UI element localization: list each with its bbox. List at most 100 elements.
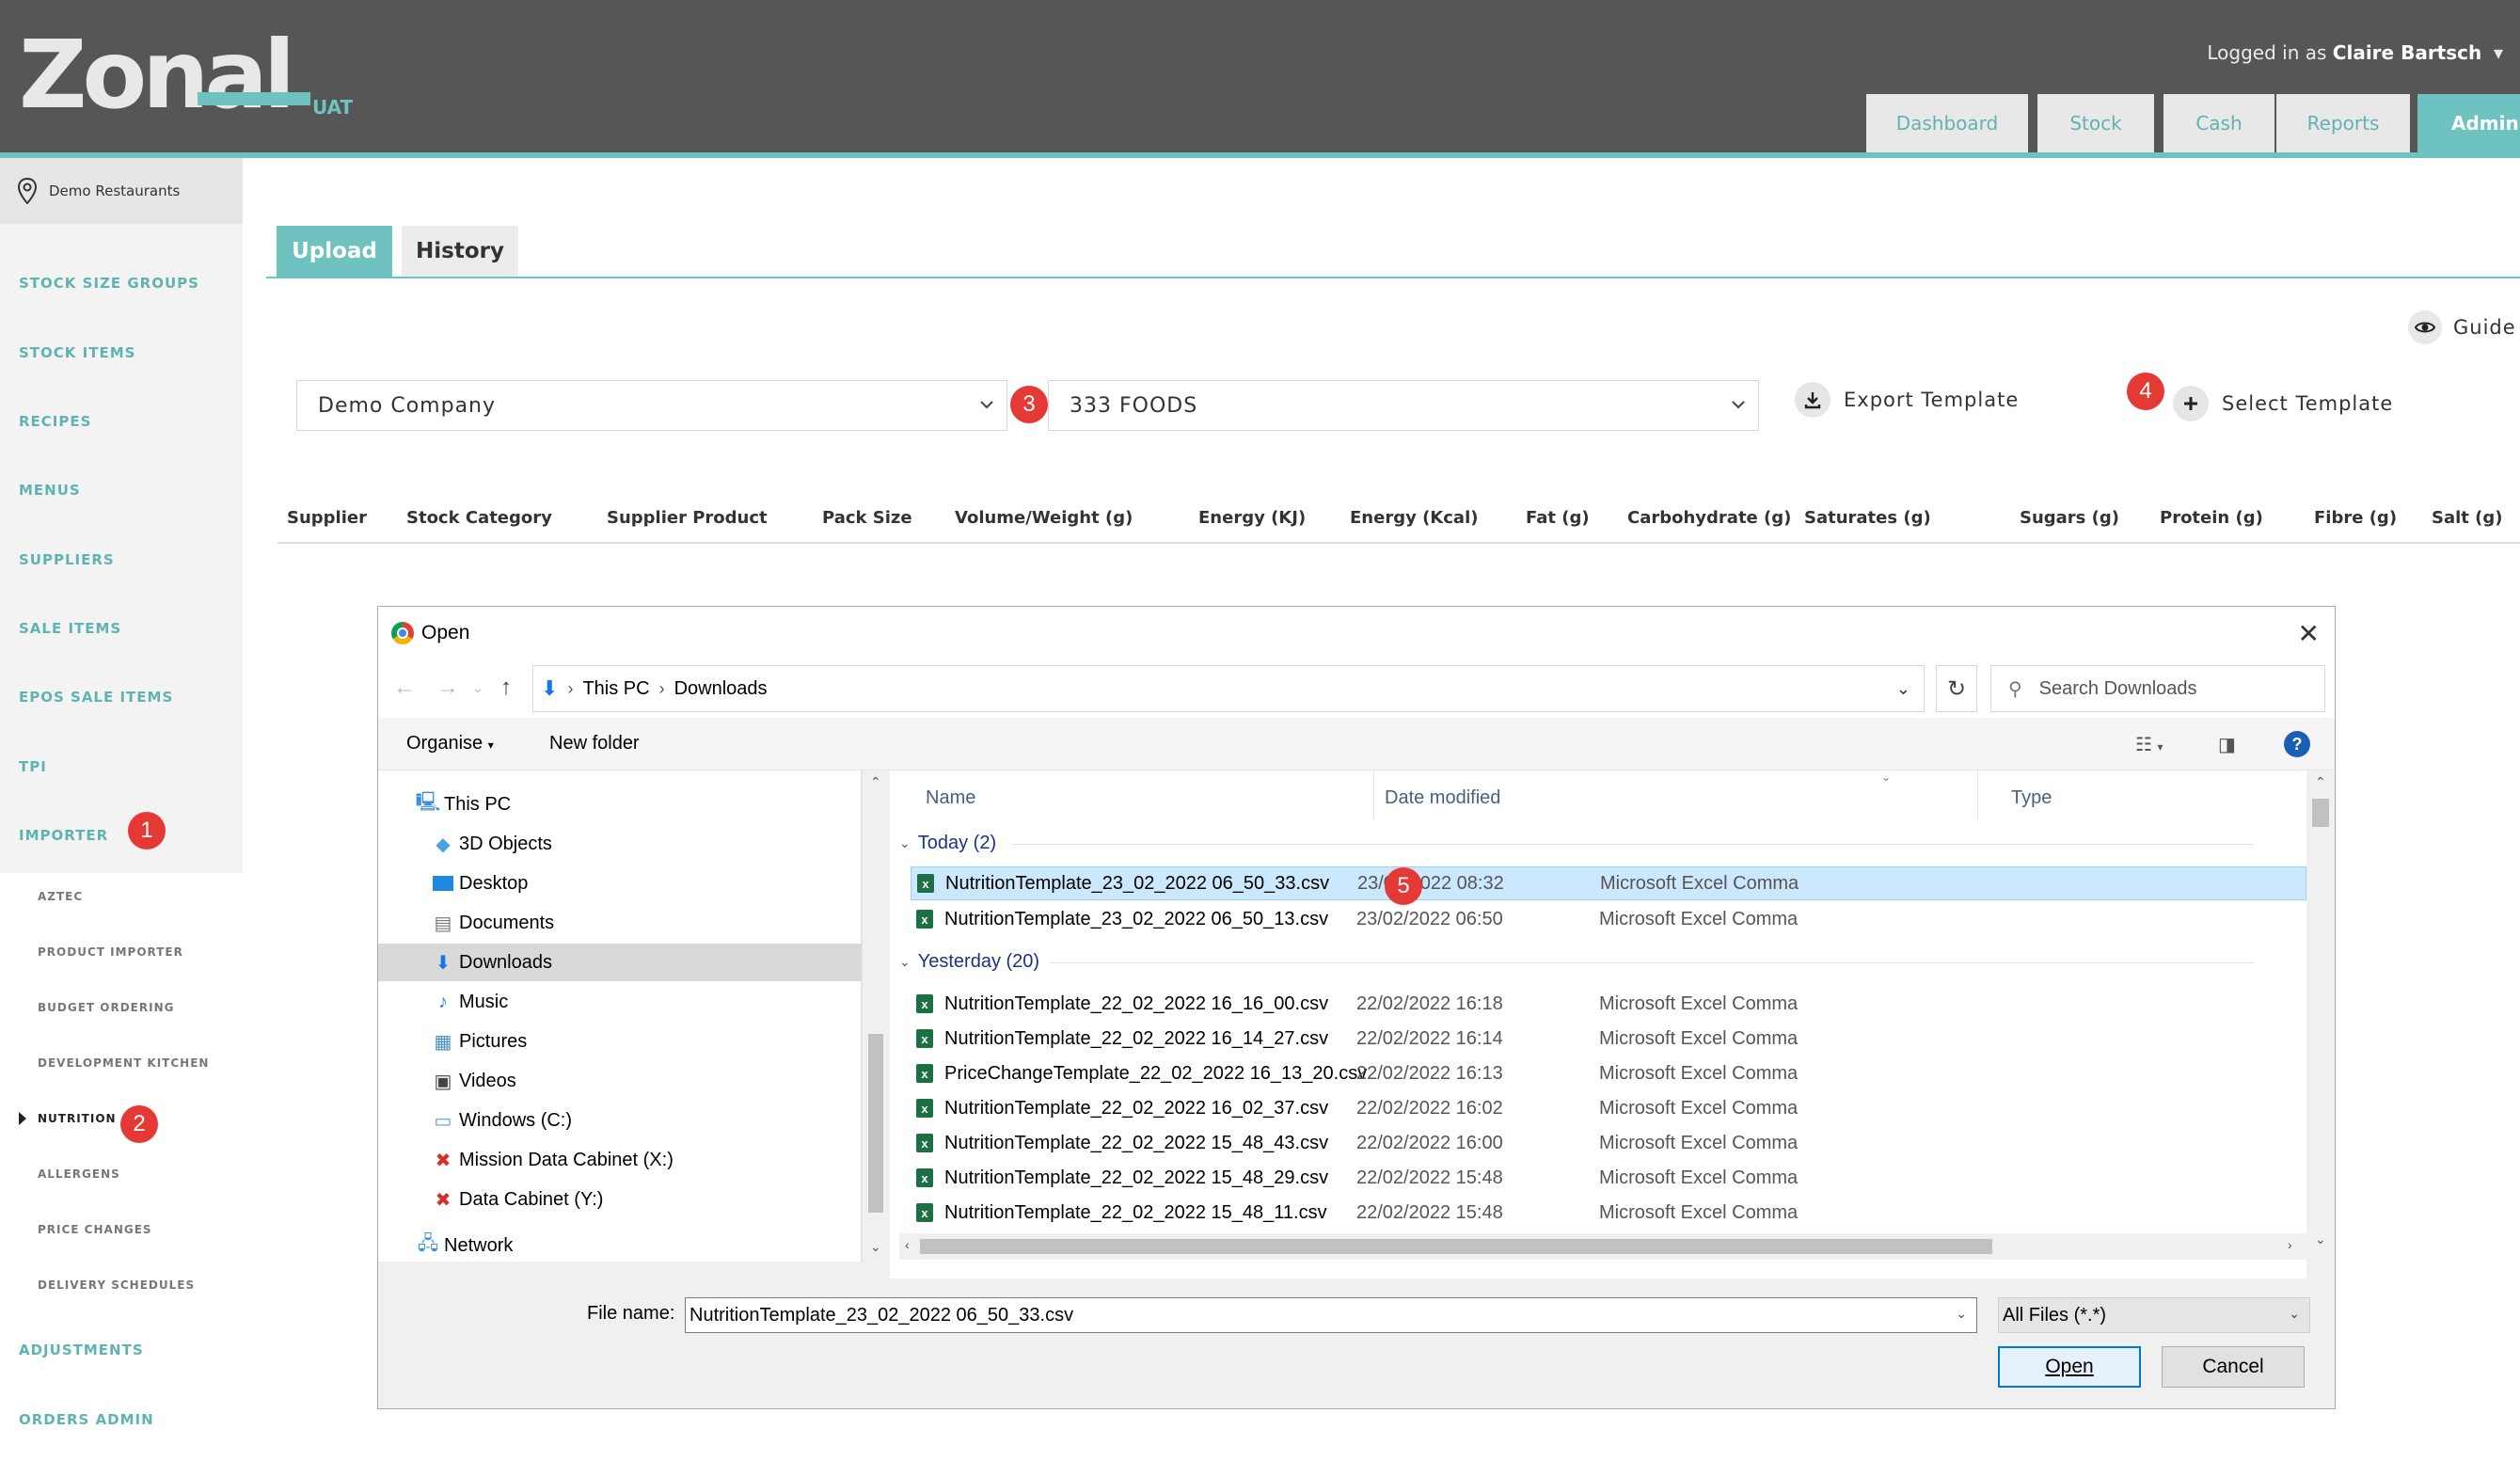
- cube-icon: ◆: [436, 834, 451, 855]
- navigation-pane: 🖳 This PC ◆ 3D Objects Desktop ▤ Documents …: [378, 770, 862, 1262]
- sidebar-item-menus[interactable]: MENUS: [19, 482, 81, 499]
- scrollbar-thumb[interactable]: [920, 1239, 1992, 1254]
- nav-tab-admin[interactable]: Admin ▾: [2417, 94, 2520, 152]
- sidebar-item-adjustments[interactable]: ADJUSTMENTS: [19, 1342, 144, 1358]
- scrollbar-thumb[interactable]: [2312, 799, 2329, 827]
- excel-file-icon: x: [916, 1134, 933, 1152]
- nav-tab-cash[interactable]: Cash: [2163, 94, 2274, 152]
- address-bar[interactable]: ⬇ › This PC › Downloads ⌄: [532, 665, 1925, 712]
- view-options-icon[interactable]: ☷ ▾: [2135, 733, 2163, 756]
- sidebar-item-stock-size-groups[interactable]: STOCK SIZE GROUPS: [19, 275, 199, 292]
- breadcrumb-this-pc[interactable]: This PC: [582, 678, 649, 700]
- nav-item-label: 3D Objects: [459, 833, 552, 854]
- select-template-button[interactable]: Select Template: [2173, 386, 2393, 421]
- nav-item-documents[interactable]: ▤ Documents: [431, 904, 555, 942]
- nav-tab-reports[interactable]: Reports: [2276, 94, 2410, 152]
- sidebar-item-tpi[interactable]: TPI: [19, 758, 47, 775]
- nav-tab-stock[interactable]: Stock: [2037, 94, 2154, 152]
- submenu-item-delivery-schedules[interactable]: DELIVERY SCHEDULES: [38, 1278, 195, 1292]
- submenu-item-nutrition[interactable]: NUTRITION: [38, 1112, 117, 1125]
- search-input[interactable]: ⚲ Search Downloads: [1990, 665, 2325, 712]
- cancel-button[interactable]: Cancel: [2162, 1346, 2305, 1388]
- organise-menu[interactable]: Organise ▾: [406, 733, 494, 754]
- scrollbar-thumb[interactable]: [868, 1034, 883, 1213]
- navigation-scrollbar[interactable]: ⌃ ⌄: [862, 770, 888, 1262]
- nav-item-music[interactable]: ♪ Music: [431, 983, 508, 1021]
- nav-item-videos[interactable]: ▣ Videos: [431, 1062, 516, 1100]
- column-header-date-modified[interactable]: Date modified: [1385, 787, 1500, 809]
- file-row[interactable]: x NutritionTemplate_22_02_2022 16_14_27.…: [911, 1022, 2306, 1056]
- sidebar-item-suppliers[interactable]: SUPPLIERS: [19, 551, 115, 568]
- file-type-filter[interactable]: All Files (*.*) ⌄: [1998, 1297, 2310, 1333]
- sidebar-item-importer[interactable]: IMPORTER: [19, 827, 108, 844]
- recent-dropdown-icon[interactable]: ⌄: [472, 680, 483, 696]
- file-row[interactable]: x NutritionTemplate_22_02_2022 15_48_29.…: [911, 1161, 2306, 1195]
- submenu-item-product-importer[interactable]: PRODUCT IMPORTER: [38, 945, 183, 959]
- chevron-down-icon[interactable]: ⌄: [1896, 679, 1910, 699]
- group-header-today[interactable]: ⌄ Today (2): [899, 833, 2254, 854]
- export-template-button[interactable]: Export Template: [1795, 382, 2019, 418]
- column-header-name[interactable]: Name: [926, 787, 975, 809]
- nav-item-desktop[interactable]: Desktop: [431, 865, 528, 902]
- refresh-icon[interactable]: ↻: [1936, 665, 1977, 712]
- scroll-right-icon[interactable]: ›: [2288, 1237, 2292, 1252]
- nav-item-this-pc[interactable]: 🖳 This PC: [416, 786, 511, 823]
- scroll-down-icon[interactable]: ⌄: [2315, 1231, 2326, 1247]
- file-row[interactable]: x PriceChangeTemplate_22_02_2022 16_13_2…: [911, 1056, 2306, 1090]
- dialog-titlebar[interactable]: Open ✕: [378, 607, 2335, 659]
- close-icon[interactable]: ✕: [2298, 618, 2320, 649]
- file-row[interactable]: x NutritionTemplate_22_02_2022 16_02_37.…: [911, 1091, 2306, 1125]
- nav-item-network[interactable]: 🖧 Network: [416, 1231, 514, 1260]
- supplier-select[interactable]: 333 FOODS: [1048, 380, 1759, 431]
- file-name-input[interactable]: NutritionTemplate_23_02_2022 06_50_33.cs…: [685, 1297, 1977, 1333]
- up-arrow-icon[interactable]: ↑: [500, 675, 512, 701]
- scroll-left-icon[interactable]: ‹: [905, 1237, 910, 1252]
- scroll-up-icon[interactable]: ⌃: [870, 774, 881, 790]
- file-row[interactable]: x NutritionTemplate_22_02_2022 15_48_43.…: [911, 1126, 2306, 1160]
- nav-item-3d-objects[interactable]: ◆ 3D Objects: [431, 825, 552, 863]
- nav-item-data-cabinet[interactable]: ✖ Data Cabinet (Y:): [431, 1181, 604, 1218]
- tab-history[interactable]: History: [402, 226, 518, 277]
- submenu-item-aztec[interactable]: AZTEC: [38, 890, 83, 903]
- file-list-horizontal-scrollbar[interactable]: ‹ ›: [899, 1233, 2306, 1260]
- submenu-item-price-changes[interactable]: PRICE CHANGES: [38, 1223, 152, 1236]
- sidebar-item-recipes[interactable]: RECIPES: [19, 413, 91, 430]
- file-row[interactable]: x NutritionTemplate_23_02_2022 06_50_33.…: [911, 866, 2306, 900]
- company-select[interactable]: Demo Company: [296, 380, 1007, 431]
- nav-tab-dashboard[interactable]: Dashboard: [1866, 94, 2028, 152]
- nav-item-windows-c[interactable]: ▭ Windows (C:): [431, 1102, 572, 1139]
- chevron-down-icon[interactable]: ⌄: [1956, 1306, 1967, 1322]
- breadcrumb-downloads[interactable]: Downloads: [674, 678, 768, 700]
- forward-arrow-icon[interactable]: →: [436, 675, 459, 701]
- sidebar-item-sale-items[interactable]: SALE ITEMS: [19, 620, 121, 637]
- new-folder-button[interactable]: New folder: [549, 733, 640, 754]
- org-selector[interactable]: Demo Restaurants: [0, 158, 243, 224]
- column-header-type[interactable]: Type: [2011, 787, 2052, 809]
- nav-item-label: Mission Data Cabinet (X:): [459, 1149, 674, 1170]
- sidebar-item-orders-admin[interactable]: ORDERS ADMIN: [19, 1411, 154, 1428]
- help-icon[interactable]: ?: [2284, 731, 2310, 757]
- scroll-up-icon[interactable]: ⌃: [2315, 774, 2326, 790]
- nav-item-pictures[interactable]: ▦ Pictures: [431, 1023, 528, 1060]
- open-button[interactable]: Open: [1998, 1346, 2141, 1388]
- scroll-down-icon[interactable]: ⌄: [870, 1239, 881, 1255]
- submenu-item-allergens[interactable]: ALLERGENS: [38, 1167, 120, 1181]
- preview-pane-icon[interactable]: ◨: [2218, 733, 2236, 756]
- nav-item-mission-data-cabinet[interactable]: ✖ Mission Data Cabinet (X:): [431, 1141, 674, 1179]
- file-row[interactable]: x NutritionTemplate_22_02_2022 16_16_00.…: [911, 987, 2306, 1021]
- file-list-vertical-scrollbar[interactable]: ⌃ ⌄: [2306, 770, 2335, 1254]
- submenu-item-budget-ordering[interactable]: BUDGET ORDERING: [38, 1001, 174, 1014]
- nav-item-downloads[interactable]: ⬇ Downloads: [378, 944, 862, 981]
- tab-upload[interactable]: Upload: [277, 226, 392, 277]
- login-status[interactable]: Logged in as Claire Bartsch ▾: [2207, 41, 2503, 64]
- chevron-down-icon: [1732, 401, 1745, 409]
- file-row[interactable]: x NutritionTemplate_22_02_2022 15_48_11.…: [911, 1196, 2306, 1230]
- user-dropdown-icon[interactable]: ▾: [2488, 41, 2503, 64]
- submenu-item-development-kitchen[interactable]: DEVELOPMENT KITCHEN: [38, 1056, 209, 1070]
- sidebar-item-stock-items[interactable]: STOCK ITEMS: [19, 344, 135, 361]
- sidebar-item-epos-sale-items[interactable]: EPOS SALE ITEMS: [19, 689, 173, 706]
- back-arrow-icon[interactable]: ←: [393, 675, 416, 701]
- group-header-yesterday[interactable]: ⌄ Yesterday (20): [899, 951, 2254, 973]
- file-row[interactable]: x NutritionTemplate_23_02_2022 06_50_13.…: [911, 902, 2306, 936]
- guide-button[interactable]: Guide: [2408, 310, 2516, 344]
